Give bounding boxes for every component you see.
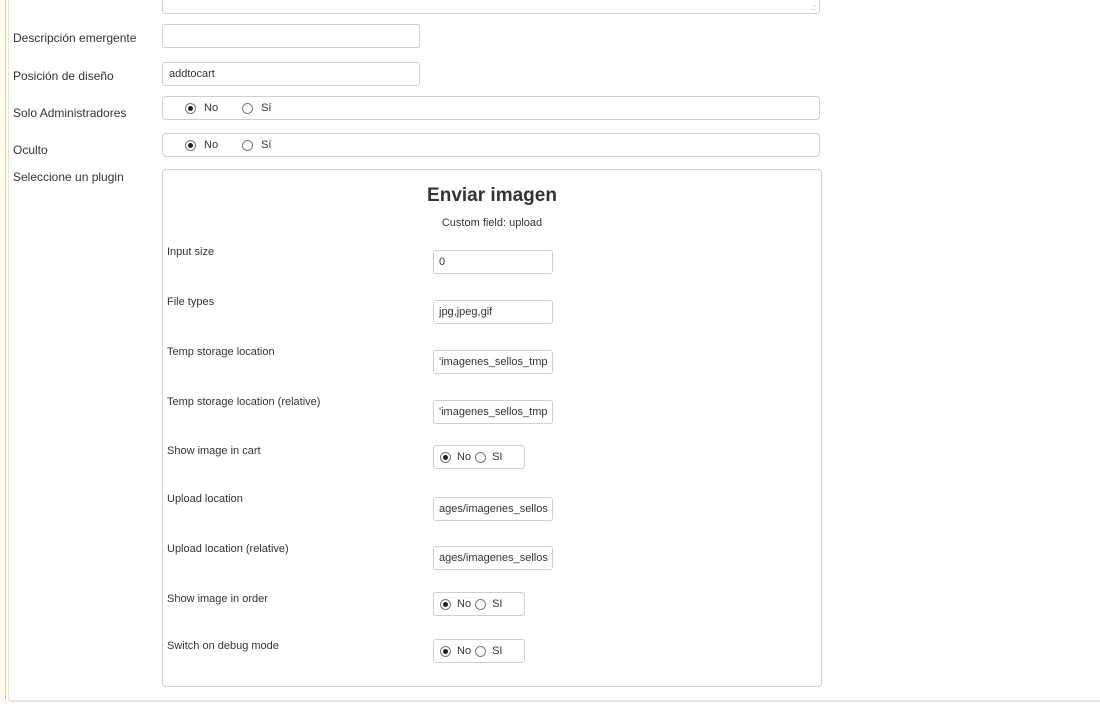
temp-storage-relative-input[interactable]: 'imagenes_sellos_tmp <box>433 400 553 424</box>
admin-only-option-no[interactable]: No <box>185 102 218 114</box>
file-types-input[interactable]: jpg,jpeg,gif <box>433 300 553 324</box>
layout-position-input[interactable] <box>162 62 420 86</box>
hidden-option-no[interactable]: No <box>185 139 218 151</box>
resize-grip-icon[interactable]: .: <box>811 3 816 12</box>
radio-checked-icon[interactable] <box>185 102 196 114</box>
description-textarea[interactable]: .: <box>162 0 820 14</box>
tooltip-description-input[interactable] <box>162 24 420 48</box>
upload-location-relative-input[interactable]: ages/imagenes_sellos <box>433 546 553 570</box>
radio-unchecked-icon[interactable] <box>242 139 254 151</box>
option-label: No <box>204 139 219 151</box>
hidden-radio-group: No Sí <box>162 133 820 157</box>
show-image-order-radio-group: No SI <box>433 592 525 616</box>
show-image-order-option-si[interactable]: SI <box>475 598 502 610</box>
option-label: SI <box>492 598 503 610</box>
plugin-title: Enviar imagen <box>427 185 557 206</box>
left-accent-bar <box>0 0 6 700</box>
upload-location-label: Upload location <box>167 493 243 505</box>
debug-mode-option-no[interactable]: No <box>440 645 471 657</box>
radio-unchecked-icon[interactable] <box>475 598 487 610</box>
temp-storage-relative-label: Temp storage location (relative) <box>167 396 321 408</box>
temp-storage-label: Temp storage location <box>167 346 275 358</box>
input-size-input[interactable]: 0 <box>433 250 553 274</box>
radio-checked-icon[interactable] <box>440 598 451 610</box>
plugin-subtitle: Custom field: upload <box>441 217 543 229</box>
input-size-label: Input size <box>167 246 215 258</box>
radio-checked-icon[interactable] <box>185 139 196 151</box>
hidden-label: Oculto <box>13 143 48 157</box>
file-types-label: File types <box>167 296 215 308</box>
temp-storage-input[interactable]: 'imagenes_sellos_tmp <box>433 350 553 374</box>
upload-location-relative-label: Upload location (relative) <box>167 543 289 555</box>
upload-location-input[interactable]: ages/imagenes_sellos <box>433 497 553 521</box>
hidden-option-si[interactable]: Sí <box>242 139 271 151</box>
select-plugin-label: Seleccione un plugin <box>13 170 124 184</box>
option-label: SI <box>492 451 503 463</box>
debug-mode-label: Switch on debug mode <box>167 640 279 652</box>
option-label: SI <box>492 645 503 657</box>
radio-checked-icon[interactable] <box>440 451 451 463</box>
show-image-cart-option-si[interactable]: SI <box>475 451 502 463</box>
option-label: No <box>457 645 472 657</box>
option-label: Sí <box>261 139 272 151</box>
debug-mode-radio-group: No SI <box>433 639 525 663</box>
radio-unchecked-icon[interactable] <box>475 451 487 463</box>
option-label: No <box>457 451 472 463</box>
layout-position-label: Posición de diseño <box>13 69 114 83</box>
plugin-panel: Enviar imagen Custom field: upload Input… <box>162 169 822 687</box>
option-label: No <box>204 102 219 114</box>
option-label: No <box>457 598 472 610</box>
show-image-cart-option-no[interactable]: No <box>440 451 471 463</box>
show-image-cart-radio-group: No SI <box>433 445 525 469</box>
show-image-order-option-no[interactable]: No <box>440 598 471 610</box>
admin-only-option-si[interactable]: Sí <box>242 102 271 114</box>
show-image-order-label: Show image in order <box>167 593 268 605</box>
card-bottom-divider <box>8 700 1100 701</box>
radio-unchecked-icon[interactable] <box>475 645 487 657</box>
option-label: Sí <box>261 102 272 114</box>
radio-unchecked-icon[interactable] <box>242 102 254 114</box>
show-image-cart-label: Show image in cart <box>167 445 261 457</box>
debug-mode-option-si[interactable]: SI <box>475 645 502 657</box>
tooltip-description-label: Descripción emergente <box>13 31 137 45</box>
admin-only-label: Solo Administradores <box>13 106 127 120</box>
radio-checked-icon[interactable] <box>440 645 451 657</box>
admin-only-radio-group: No Sí <box>162 96 820 120</box>
